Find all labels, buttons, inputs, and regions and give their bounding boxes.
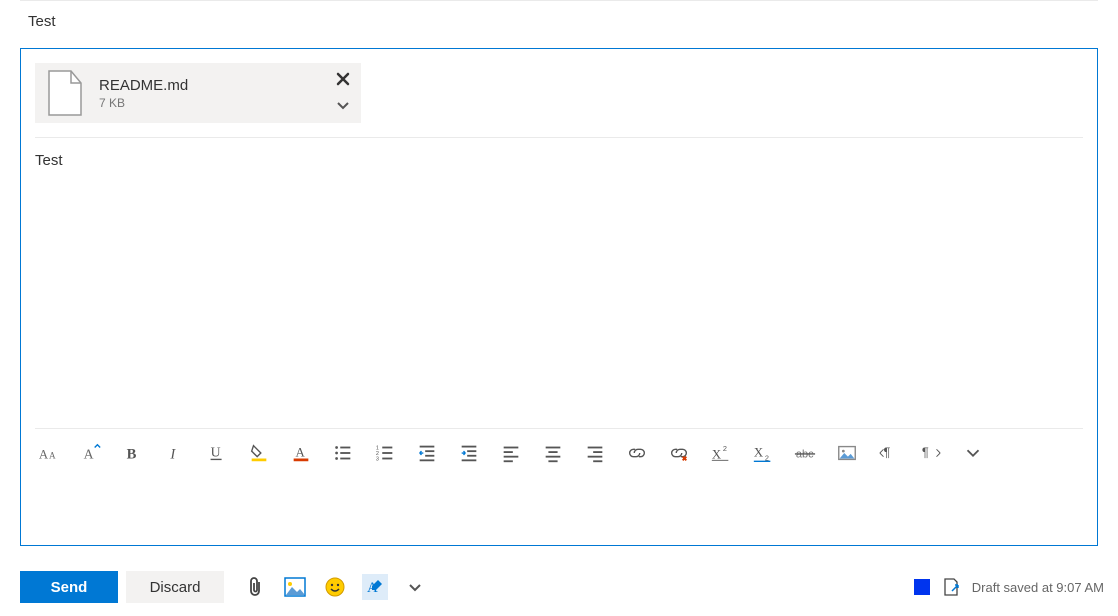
discard-button[interactable]: Discard xyxy=(126,571,224,603)
svg-text:A: A xyxy=(49,451,56,461)
font-picker-icon[interactable]: A xyxy=(77,439,105,467)
attachment-filename: README.md xyxy=(99,77,188,94)
highlight-color-icon[interactable] xyxy=(245,439,273,467)
decrease-indent-icon[interactable] xyxy=(413,439,441,467)
rtl-icon[interactable]: ¶ xyxy=(917,439,945,467)
open-in-window-icon[interactable] xyxy=(942,577,960,597)
align-center-icon[interactable] xyxy=(539,439,567,467)
align-right-icon[interactable] xyxy=(581,439,609,467)
compose-box: README.md 7 KB Test AA A B I U xyxy=(20,48,1098,546)
subject-text[interactable]: Test xyxy=(0,1,1118,40)
insert-link-icon[interactable] xyxy=(623,439,651,467)
font-size-icon[interactable]: AA xyxy=(35,439,63,467)
chevron-down-icon[interactable] xyxy=(333,95,353,115)
file-icon xyxy=(45,69,85,117)
svg-text:X: X xyxy=(754,446,764,460)
align-left-icon[interactable] xyxy=(497,439,525,467)
bottom-bar: Send Discard A Draft saved at 9:07 AM xyxy=(20,568,1118,606)
status-area: Draft saved at 9:07 AM xyxy=(914,577,1104,597)
underline-icon[interactable]: U xyxy=(203,439,231,467)
svg-text:3: 3 xyxy=(376,456,379,462)
bold-icon[interactable]: B xyxy=(119,439,147,467)
status-indicator-icon[interactable] xyxy=(914,579,930,595)
insert-picture-icon[interactable] xyxy=(833,439,861,467)
strikethrough-icon[interactable]: abc xyxy=(791,439,819,467)
text-format-toggle-icon[interactable]: A xyxy=(362,574,388,600)
svg-text:¶: ¶ xyxy=(922,445,929,460)
send-button[interactable]: Send xyxy=(20,571,118,603)
svg-text:A: A xyxy=(39,448,49,462)
svg-text:I: I xyxy=(169,447,176,463)
attachment-filesize: 7 KB xyxy=(99,96,188,110)
superscript-icon[interactable]: X2 xyxy=(707,439,735,467)
emoji-icon[interactable] xyxy=(322,574,348,600)
svg-text:U: U xyxy=(211,445,221,460)
svg-text:X: X xyxy=(712,448,722,462)
more-format-chevron-icon[interactable] xyxy=(959,439,987,467)
draft-status-text: Draft saved at 9:07 AM xyxy=(972,580,1104,595)
svg-text:¶: ¶ xyxy=(884,445,891,460)
more-options-chevron-icon[interactable] xyxy=(402,574,428,600)
paperclip-icon[interactable] xyxy=(242,574,268,600)
ltr-icon[interactable]: ¶ xyxy=(875,439,903,467)
numbered-list-icon[interactable]: 123 xyxy=(371,439,399,467)
svg-text:A: A xyxy=(296,446,306,460)
font-color-icon[interactable]: A xyxy=(287,439,315,467)
close-icon[interactable] xyxy=(333,69,353,89)
svg-text:A: A xyxy=(84,447,94,462)
svg-text:B: B xyxy=(127,447,137,463)
message-body[interactable]: Test xyxy=(21,138,1097,428)
format-toolbar: AA A B I U A 123 xyxy=(21,429,1097,477)
attachment-chip[interactable]: README.md 7 KB xyxy=(35,63,361,123)
italic-icon[interactable]: I xyxy=(161,439,189,467)
increase-indent-icon[interactable] xyxy=(455,439,483,467)
insert-image-icon[interactable] xyxy=(282,574,308,600)
subscript-icon[interactable]: X2 xyxy=(749,439,777,467)
attachment-meta: README.md 7 KB xyxy=(99,77,188,110)
remove-link-icon[interactable] xyxy=(665,439,693,467)
svg-text:2: 2 xyxy=(723,444,727,453)
bullet-list-icon[interactable] xyxy=(329,439,357,467)
